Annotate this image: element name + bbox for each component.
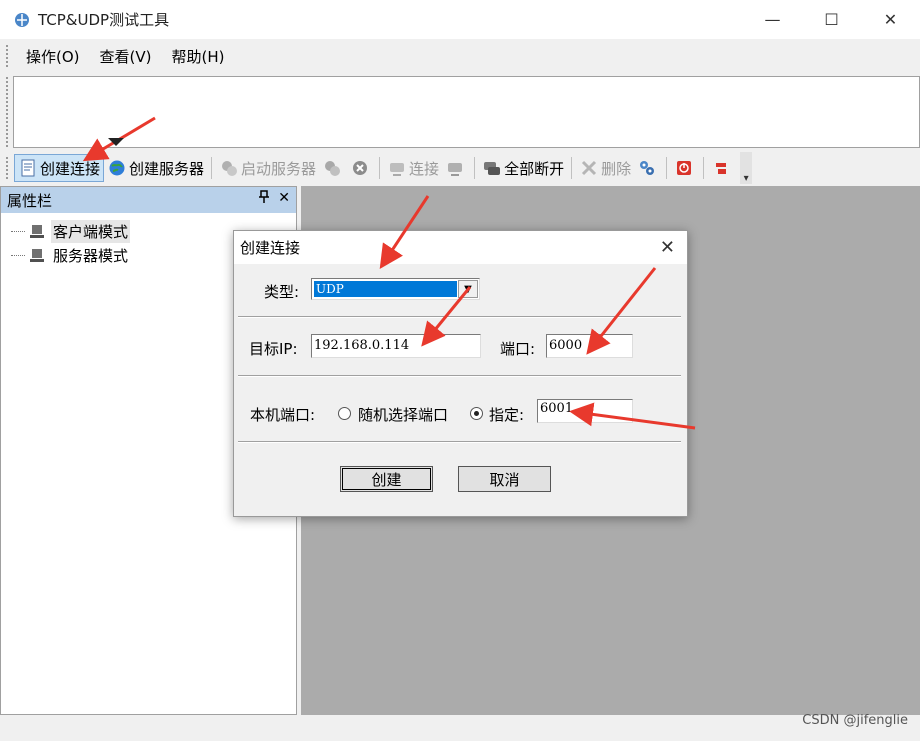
settings-button[interactable] — [634, 154, 662, 182]
start-server-button[interactable]: 启动服务器 — [216, 154, 319, 182]
logarea-grip[interactable] — [6, 77, 10, 147]
menu-bar: 操作(O) 查看(V) 帮助(H) — [0, 39, 920, 73]
toolbar-overflow-button[interactable]: ▾ — [740, 152, 753, 184]
toolbar-grip[interactable] — [6, 157, 10, 179]
type-select[interactable]: UDP ▼ — [311, 278, 480, 300]
cancel-circle-button[interactable] — [347, 154, 375, 182]
disconnect-all-button[interactable]: 全部断开 — [479, 154, 567, 182]
create-server-label: 创建服务器 — [129, 159, 205, 178]
toolbar-separator — [571, 157, 573, 179]
dialog-titlebar: 创建连接 ✕ — [234, 231, 687, 264]
port-input[interactable]: 6000 — [546, 334, 633, 358]
document-icon — [18, 158, 38, 178]
type-select-value: UDP — [314, 281, 457, 297]
tree-item-label: 客户端模式 — [51, 219, 131, 243]
specified-label[interactable]: 指定: — [489, 404, 524, 425]
status-bar — [0, 715, 920, 741]
type-label: 类型: — [264, 283, 300, 301]
specified-port-input[interactable]: 6001 — [537, 399, 633, 423]
minimize-icon: — — [764, 10, 781, 29]
disconnect-all-icon — [482, 158, 502, 178]
tree-item-label: 服务器模式 — [53, 246, 129, 265]
computer-icon — [29, 247, 45, 263]
create-server-button[interactable]: 创建服务器 — [104, 154, 207, 182]
disconnect-icon — [445, 158, 465, 178]
menu-view[interactable]: 查看(V) — [96, 44, 156, 69]
exit-button[interactable] — [708, 154, 736, 182]
log-area — [6, 73, 920, 151]
stop-server-button[interactable] — [319, 154, 347, 182]
chevron-down-icon[interactable]: ▼ — [458, 280, 478, 298]
specified-port-radio[interactable] — [470, 407, 483, 420]
window-titlebar: TCP&UDP测试工具 — ☐ ✕ — [0, 0, 920, 39]
close-window-button[interactable]: ✕ — [861, 0, 920, 39]
start-server-label: 启动服务器 — [241, 159, 317, 178]
disconnect-all-label: 全部断开 — [504, 159, 565, 178]
menu-help[interactable]: 帮助(H) — [167, 44, 228, 69]
minimize-button[interactable]: — — [743, 0, 802, 39]
server-start-icon — [219, 158, 239, 178]
dialog-title: 创建连接 — [240, 239, 301, 257]
create-connection-label: 创建连接 — [40, 159, 101, 178]
panel-header: 属性栏 ✕ — [1, 187, 296, 213]
delete-icon — [579, 158, 599, 178]
connect-label: 连接 — [409, 159, 440, 178]
dialog-separator — [238, 316, 681, 318]
exit-icon — [711, 158, 731, 178]
maximize-button[interactable]: ☐ — [802, 0, 861, 39]
panel-close-icon[interactable]: ✕ — [278, 190, 290, 208]
create-connection-button[interactable]: 创建连接 — [14, 154, 105, 182]
local-port-label: 本机端口: — [250, 406, 316, 424]
power-button[interactable] — [671, 154, 699, 182]
create-button[interactable]: 创建 — [340, 466, 433, 492]
globe-icon — [107, 158, 127, 178]
watermark: CSDN @jifenglie — [802, 713, 908, 728]
maximize-icon: ☐ — [824, 10, 839, 29]
toolbar-separator — [666, 157, 668, 179]
pin-icon[interactable] — [258, 190, 270, 208]
random-port-radio[interactable] — [338, 407, 351, 420]
toolbar-separator — [474, 157, 476, 179]
target-ip-input[interactable]: 192.168.0.114 — [311, 334, 481, 358]
server-stop-icon — [322, 158, 342, 178]
dialog-separator — [238, 441, 681, 443]
power-icon — [674, 158, 694, 178]
toolbar-separator — [379, 157, 381, 179]
app-icon — [12, 10, 32, 30]
panel-title: 属性栏 — [7, 191, 53, 210]
computer-icon — [29, 223, 45, 239]
toolbar: 创建连接 创建服务器 启动服务器 连接 全部断开 删除 ▾ — [0, 151, 920, 185]
gear-icon — [637, 158, 657, 178]
connect-button[interactable]: 连接 — [384, 154, 442, 182]
cancel-button[interactable]: 取消 — [458, 466, 551, 492]
menubar-grip[interactable] — [6, 45, 10, 67]
close-icon: ✕ — [883, 10, 898, 29]
log-textbox[interactable] — [13, 76, 920, 148]
target-ip-label: 目标IP: — [249, 340, 298, 358]
random-port-label[interactable]: 随机选择端口 — [358, 404, 448, 425]
disconnect-button[interactable] — [442, 154, 470, 182]
connect-icon — [387, 158, 407, 178]
toolbar-separator — [211, 157, 213, 179]
menu-operate[interactable]: 操作(O) — [22, 44, 84, 69]
window-title: TCP&UDP测试工具 — [38, 11, 170, 29]
create-connection-dialog: 创建连接 ✕ 类型: UDP ▼ 目标IP: 192.168.0.114 端口:… — [233, 230, 688, 517]
dialog-close-icon[interactable]: ✕ — [660, 237, 675, 258]
toolbar-separator — [703, 157, 705, 179]
delete-label: 删除 — [601, 159, 632, 178]
dialog-separator — [238, 375, 681, 377]
port-label: 端口: — [500, 340, 536, 358]
delete-button[interactable]: 删除 — [576, 154, 634, 182]
cancel-circle-icon — [350, 158, 370, 178]
